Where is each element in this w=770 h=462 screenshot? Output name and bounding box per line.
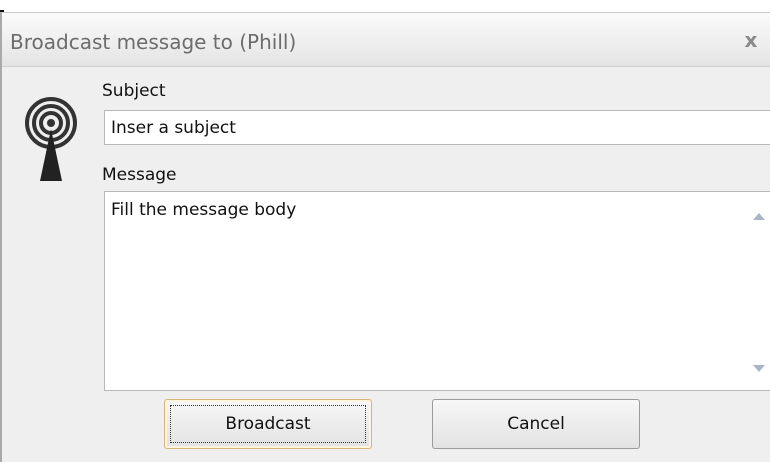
background-strip [0,0,770,16]
subject-label: Subject [102,81,166,101]
cancel-button-label: Cancel [507,414,565,434]
message-scrollbar[interactable] [747,192,770,390]
scroll-down-icon[interactable] [753,365,765,372]
message-textarea[interactable]: Fill the message body [105,192,747,390]
broadcast-dialog: Broadcast message to (Phill) x Subject M… [0,12,770,462]
broadcast-antenna-icon [25,97,77,181]
broadcast-button-label: Broadcast [225,414,311,434]
title-bar[interactable]: Broadcast message to (Phill) x [2,13,770,67]
dialog-title: Broadcast message to (Phill) [10,30,297,54]
subject-input[interactable] [104,110,770,145]
close-button[interactable]: x [736,27,766,53]
close-icon: x [744,28,758,52]
scroll-up-icon[interactable] [753,213,765,220]
message-box: Fill the message body [104,191,770,391]
broadcast-button[interactable]: Broadcast [164,399,372,449]
cancel-button[interactable]: Cancel [432,399,640,449]
message-label: Message [102,165,177,185]
